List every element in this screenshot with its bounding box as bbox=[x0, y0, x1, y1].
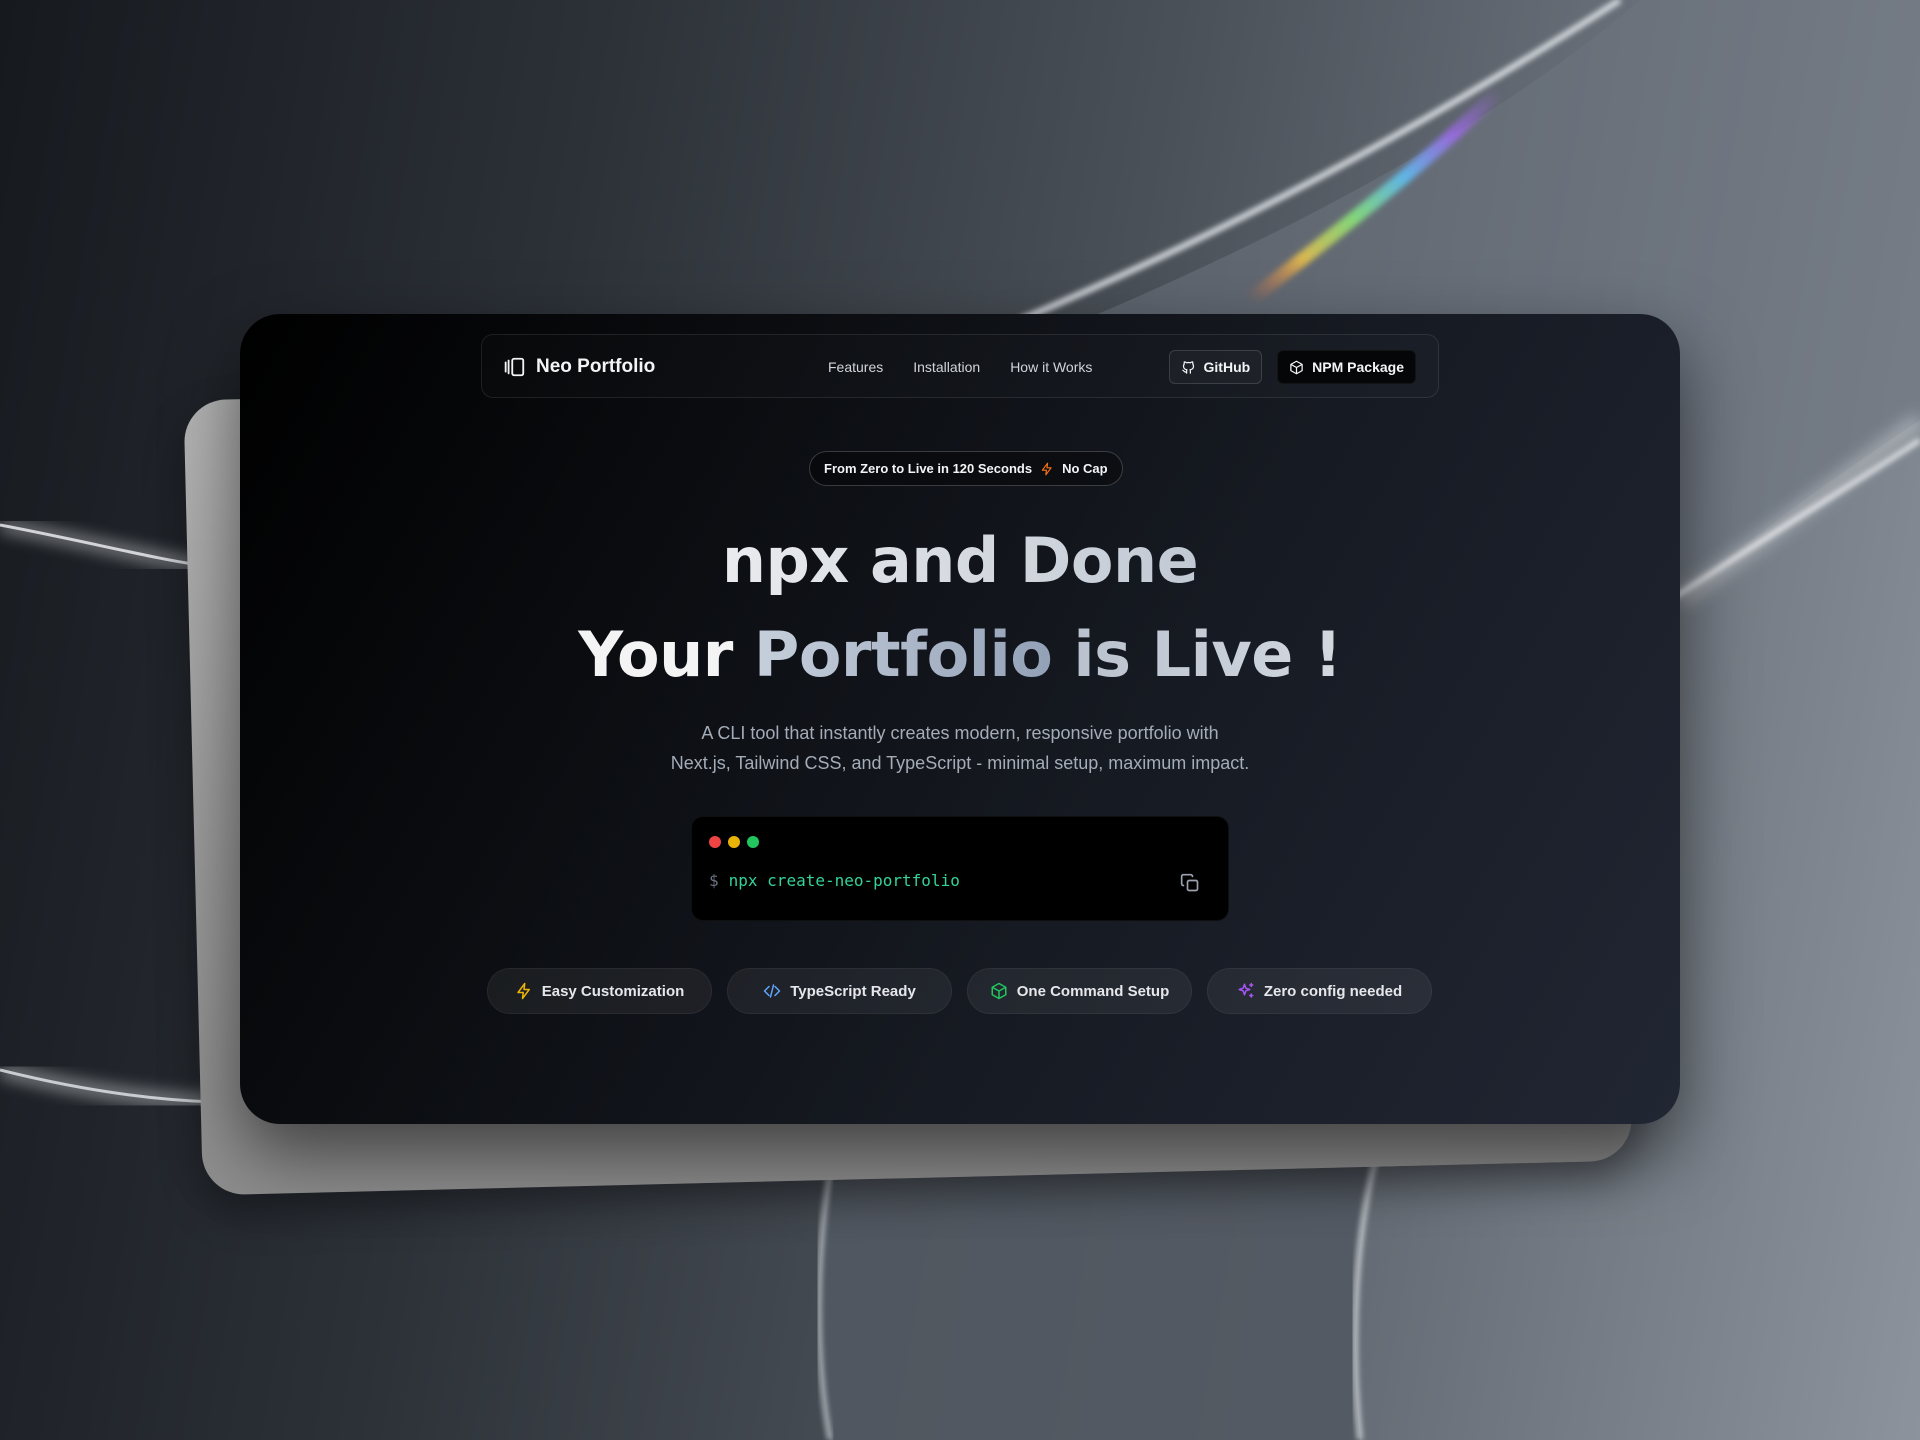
badge-suffix: No Cap bbox=[1062, 461, 1108, 476]
subtitle-line1: A CLI tool that instantly creates modern… bbox=[701, 723, 1219, 743]
hero-subtitle: A CLI tool that instantly creates modern… bbox=[560, 718, 1360, 778]
badge-text: From Zero to Live in 120 Seconds bbox=[824, 461, 1033, 476]
headline-accent: Portfolio bbox=[753, 618, 1053, 691]
hero-headline-line2: Your Portfolio is Live ! bbox=[240, 618, 1680, 691]
brand-logo[interactable]: Neo Portfolio bbox=[504, 335, 655, 399]
hero-headline-line1: npx and Done bbox=[240, 524, 1680, 597]
minimize-dot bbox=[728, 836, 740, 848]
github-icon bbox=[1181, 360, 1194, 374]
nav-link-features[interactable]: Features bbox=[828, 359, 883, 375]
lightning-icon bbox=[516, 982, 530, 1000]
subtitle-line2: Next.js, Tailwind CSS, and TypeScript - … bbox=[670, 753, 1250, 773]
feature-label: Zero config needed bbox=[1263, 982, 1403, 1000]
close-dot bbox=[709, 836, 721, 848]
headline-end: is Live ! bbox=[1052, 618, 1342, 691]
feature-pill-typescript[interactable]: TypeScript Ready bbox=[727, 968, 952, 1014]
feature-pill-customization[interactable]: Easy Customization bbox=[487, 968, 712, 1014]
nav-link-installation[interactable]: Installation bbox=[913, 359, 980, 375]
navbar: Neo Portfolio Features Installation How … bbox=[481, 334, 1439, 398]
github-label: GitHub bbox=[1203, 359, 1251, 375]
feature-label: One Command Setup bbox=[1016, 982, 1170, 1000]
nav-link-how-it-works[interactable]: How it Works bbox=[1010, 359, 1092, 375]
terminal-window: $ npx create-neo-portfolio bbox=[691, 816, 1229, 921]
headline-start: Your bbox=[578, 618, 754, 691]
nav-actions: GitHub NPM Package bbox=[1168, 335, 1416, 399]
app-window: Neo Portfolio Features Installation How … bbox=[240, 314, 1680, 1124]
package-icon bbox=[1290, 360, 1303, 374]
lightning-icon bbox=[1041, 462, 1052, 475]
feature-label: Easy Customization bbox=[541, 982, 685, 1000]
brand-icon bbox=[504, 357, 525, 377]
npm-package-label: NPM Package bbox=[1312, 359, 1404, 375]
feature-pill-zero-config[interactable]: Zero config needed bbox=[1207, 968, 1432, 1014]
copy-button[interactable] bbox=[1180, 873, 1200, 893]
maximize-dot bbox=[747, 836, 759, 848]
sparkles-icon bbox=[1238, 982, 1254, 998]
package-icon bbox=[991, 982, 1007, 1000]
github-button[interactable]: GitHub bbox=[1168, 350, 1263, 384]
command-line: $ npx create-neo-portfolio bbox=[709, 871, 960, 890]
feature-pills: Easy Customization TypeScript Ready One … bbox=[487, 968, 1432, 1014]
code-icon bbox=[763, 984, 781, 998]
feature-label: TypeScript Ready bbox=[790, 982, 916, 1000]
announcement-badge: From Zero to Live in 120 Seconds No Cap bbox=[809, 451, 1123, 486]
brand-name: Neo Portfolio bbox=[536, 356, 656, 377]
terminal-prompt: $ bbox=[709, 871, 719, 890]
nav-links: Features Installation How it Works bbox=[828, 335, 1092, 399]
window-controls bbox=[709, 836, 759, 848]
copy-icon bbox=[1180, 873, 1199, 892]
feature-pill-setup[interactable]: One Command Setup bbox=[967, 968, 1192, 1014]
npm-package-button[interactable]: NPM Package bbox=[1277, 350, 1416, 384]
install-command[interactable]: npx create-neo-portfolio bbox=[729, 871, 960, 890]
